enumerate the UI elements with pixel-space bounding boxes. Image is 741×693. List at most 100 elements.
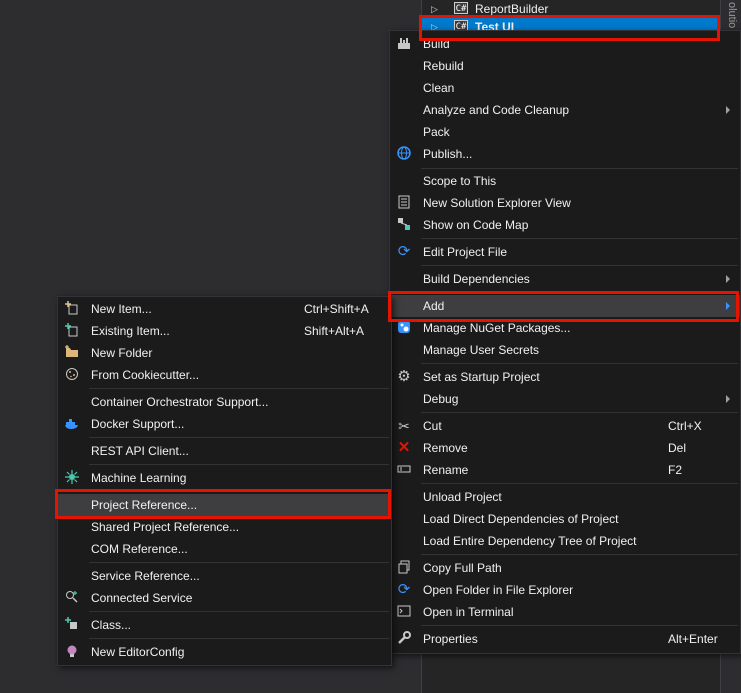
menu-item-rest-api-client[interactable]: REST API Client... [58, 440, 391, 462]
menu-item-new-folder[interactable]: New Folder [58, 342, 391, 364]
menu-item-label: Existing Item... [91, 324, 170, 338]
menu-item-analyze[interactable]: Analyze and Code Cleanup [390, 99, 740, 121]
menu-item-from-cookiecutter[interactable]: From Cookiecutter... [58, 364, 391, 386]
menu-item-show-code-map[interactable]: Show on Code Map [390, 214, 740, 236]
menu-separator [421, 168, 738, 169]
menu-item-load-direct-deps[interactable]: Load Direct Dependencies of Project [390, 508, 740, 530]
nuget-icon [396, 320, 412, 336]
menu-item-connected-service[interactable]: Connected Service [58, 587, 391, 609]
menu-item-label: Docker Support... [91, 417, 185, 431]
menu-item-rebuild[interactable]: Rebuild [390, 55, 740, 77]
menu-item-label: Add [423, 299, 445, 313]
menu-item-clean[interactable]: Clean [390, 77, 740, 99]
menu-item-pack[interactable]: Pack [390, 121, 740, 143]
menu-item-label: Publish... [423, 147, 473, 161]
folder-icon [64, 345, 80, 361]
menu-item-label: Manage NuGet Packages... [423, 321, 571, 335]
menu-item-shared-project-reference[interactable]: Shared Project Reference... [58, 516, 391, 538]
menu-separator [89, 388, 389, 389]
menu-item-label: Analyze and Code Cleanup [423, 103, 570, 117]
submenu-arrow-icon [726, 106, 730, 114]
menu-item-label: Build Dependencies [423, 272, 530, 286]
menu-item-label: New EditorConfig [91, 645, 185, 659]
menu-separator [89, 562, 389, 563]
menu-item-remove[interactable]: ✕ Remove Del [390, 437, 740, 459]
menu-item-class[interactable]: Class... [58, 614, 391, 636]
menu-item-com-reference[interactable]: COM Reference... [58, 538, 391, 560]
menu-separator [89, 611, 389, 612]
menu-separator [89, 437, 389, 438]
menu-item-project-reference[interactable]: Project Reference... [58, 494, 391, 516]
menu-item-label: Debug [423, 392, 459, 406]
menu-item-properties[interactable]: Properties Alt+Enter [390, 628, 740, 650]
menu-item-label: Load Direct Dependencies of Project [423, 512, 619, 526]
expand-arrow-icon[interactable]: ▷ [431, 0, 438, 18]
menu-separator [421, 265, 738, 266]
menu-separator [421, 363, 738, 364]
menu-item-label: Class... [91, 618, 132, 632]
menu-item-open-terminal[interactable]: Open in Terminal [390, 601, 740, 623]
docker-icon [64, 416, 80, 432]
menu-item-manage-user-secrets[interactable]: Manage User Secrets [390, 339, 740, 361]
menu-item-existing-item[interactable]: Existing Item... Shift+Alt+A [58, 320, 391, 342]
menu-item-build[interactable]: Build [390, 33, 740, 55]
scissors-icon: ✂ [398, 418, 410, 434]
menu-item-machine-learning[interactable]: Machine Learning [58, 467, 391, 489]
menu-item-label: Open Folder in File Explorer [423, 583, 574, 597]
submenu-arrow-icon [726, 302, 730, 310]
menu-item-new-editorconfig[interactable]: New EditorConfig [58, 641, 391, 663]
menu-item-label: Shared Project Reference... [91, 520, 240, 534]
menu-item-load-entire-deps[interactable]: Load Entire Dependency Tree of Project [390, 530, 740, 552]
terminal-icon [396, 604, 412, 620]
menu-item-label: Set as Startup Project [423, 370, 540, 384]
menu-item-unload-project[interactable]: Unload Project [390, 486, 740, 508]
menu-item-label: Connected Service [91, 591, 193, 605]
rename-icon [396, 462, 412, 478]
menu-item-label: Pack [423, 125, 450, 139]
csharp-project-icon: C# [454, 2, 468, 14]
globe-icon [396, 146, 412, 162]
menu-item-build-dependencies[interactable]: Build Dependencies [390, 268, 740, 290]
menu-item-scope-to-this[interactable]: Scope to This [390, 170, 740, 192]
menu-item-label: From Cookiecutter... [91, 368, 200, 382]
shortcut-label: Ctrl+Shift+A [304, 302, 369, 316]
add-submenu: New Item... Ctrl+Shift+A Existing Item..… [57, 296, 392, 666]
menu-item-service-reference[interactable]: Service Reference... [58, 565, 391, 587]
menu-separator [89, 464, 389, 465]
menu-item-label: REST API Client... [91, 444, 189, 458]
menu-item-set-startup[interactable]: ⚙ Set as Startup Project [390, 366, 740, 388]
menu-separator [89, 491, 389, 492]
menu-separator [421, 554, 738, 555]
tree-item-reportbuilder[interactable]: ▷ C# ReportBuilder [421, 0, 720, 18]
menu-item-debug[interactable]: Debug [390, 388, 740, 410]
menu-separator [421, 483, 738, 484]
shortcut-label: Shift+Alt+A [304, 324, 365, 338]
menu-separator [421, 412, 738, 413]
menu-item-new-item[interactable]: New Item... Ctrl+Shift+A [58, 298, 391, 320]
existing-item-icon [64, 323, 80, 339]
menu-item-cut[interactable]: ✂ Cut Ctrl+X [390, 415, 740, 437]
menu-item-edit-project-file[interactable]: ⟳ Edit Project File [390, 241, 740, 263]
gear-icon: ⚙ [397, 368, 411, 385]
menu-item-container-orchestrator[interactable]: Container Orchestrator Support... [58, 391, 391, 413]
menu-item-label: New Solution Explorer View [423, 196, 571, 210]
menu-item-label: Service Reference... [91, 569, 200, 583]
menu-item-label: Remove [423, 441, 468, 455]
menu-item-manage-nuget[interactable]: Manage NuGet Packages... [390, 317, 740, 339]
menu-item-label: Manage User Secrets [423, 343, 540, 357]
menu-item-label: COM Reference... [91, 542, 188, 556]
menu-item-rename[interactable]: Rename F2 [390, 459, 740, 481]
menu-item-label: Project Reference... [91, 498, 198, 512]
menu-separator [89, 638, 389, 639]
menu-item-open-folder[interactable]: ⟳ Open Folder in File Explorer [390, 579, 740, 601]
menu-item-copy-full-path[interactable]: Copy Full Path [390, 557, 740, 579]
menu-separator [421, 625, 738, 626]
menu-item-docker-support[interactable]: Docker Support... [58, 413, 391, 435]
menu-item-label: Rename [423, 463, 469, 477]
refresh-icon: ⟳ [397, 581, 411, 598]
menu-item-new-solution-view[interactable]: New Solution Explorer View [390, 192, 740, 214]
menu-item-add[interactable]: Add [390, 295, 740, 317]
class-icon [64, 617, 80, 633]
menu-item-publish[interactable]: Publish... [390, 143, 740, 165]
project-context-menu: Build Rebuild Clean Analyze and Code Cle… [389, 30, 741, 654]
